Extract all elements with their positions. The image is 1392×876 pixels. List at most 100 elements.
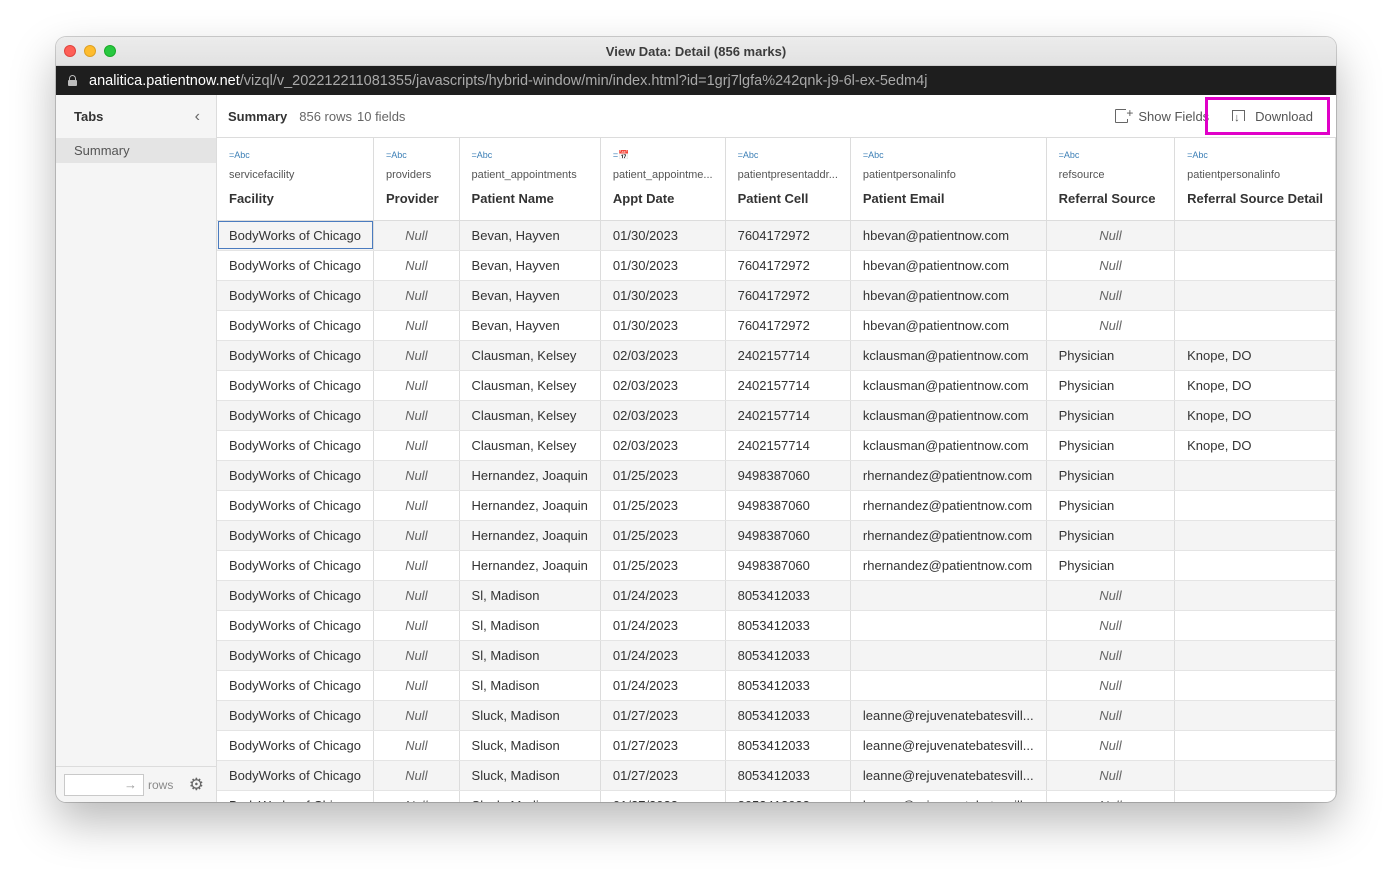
column-header[interactable]: =Abc providers Provider: [373, 138, 460, 221]
table-cell[interactable]: 8053412033: [725, 610, 851, 641]
table-cell[interactable]: Sl, Madison: [459, 670, 601, 701]
column-header[interactable]: =Abc refsource Referral Source: [1046, 138, 1176, 221]
table-cell[interactable]: Physician: [1046, 370, 1176, 401]
table-cell[interactable]: 01/24/2023: [600, 640, 726, 671]
table-cell[interactable]: BodyWorks of Chicago: [217, 790, 374, 802]
table-row[interactable]: BodyWorks of Chicago Null Sl, Madison 01/24…: [217, 640, 1336, 671]
table-cell[interactable]: Physician: [1046, 550, 1176, 581]
table-cell[interactable]: Null: [373, 460, 460, 491]
table-cell[interactable]: kclausman@patientnow.com: [850, 400, 1047, 431]
sidebar-item-summary[interactable]: Summary: [56, 138, 216, 163]
column-header[interactable]: =Abc patientpresentaddr... Patient Cell: [725, 138, 851, 221]
table-row[interactable]: BodyWorks of Chicago Null Sl, Madison 01/24…: [217, 670, 1336, 701]
table-cell[interactable]: Knope, DO: [1174, 340, 1336, 371]
table-cell[interactable]: 7604172972: [725, 220, 851, 251]
table-cell[interactable]: BodyWorks of Chicago: [217, 520, 374, 551]
table-cell[interactable]: 01/24/2023: [600, 670, 726, 701]
table-cell[interactable]: kclausman@patientnow.com: [850, 430, 1047, 461]
table-cell[interactable]: hbevan@patientnow.com: [850, 250, 1047, 281]
table-cell[interactable]: Clausman, Kelsey: [459, 430, 601, 461]
table-cell[interactable]: 01/30/2023: [600, 310, 726, 341]
table-cell[interactable]: 2402157714: [725, 340, 851, 371]
table-cell[interactable]: [1174, 220, 1336, 251]
table-cell[interactable]: hbevan@patientnow.com: [850, 220, 1047, 251]
table-cell[interactable]: 01/25/2023: [600, 550, 726, 581]
table-cell[interactable]: Sluck, Madison: [459, 790, 601, 802]
table-cell[interactable]: BodyWorks of Chicago: [217, 490, 374, 521]
table-row[interactable]: BodyWorks of Chicago Null Hernandez, Joaqu…: [217, 490, 1336, 521]
table-cell[interactable]: [1174, 610, 1336, 641]
table-cell[interactable]: Null: [1046, 310, 1176, 341]
table-cell[interactable]: 8053412033: [725, 790, 851, 802]
table-cell[interactable]: Null: [373, 700, 460, 731]
column-header[interactable]: =📅 patient_appointme... Appt Date: [600, 138, 726, 221]
table-cell[interactable]: Physician: [1046, 340, 1176, 371]
table-cell[interactable]: Physician: [1046, 430, 1176, 461]
column-header[interactable]: =Abc patientpersonalinfo Patient Email: [850, 138, 1047, 221]
table-cell[interactable]: kclausman@patientnow.com: [850, 340, 1047, 371]
table-cell[interactable]: rhernandez@patientnow.com: [850, 550, 1047, 581]
table-row[interactable]: BodyWorks of Chicago Null Clausman, Kelsey…: [217, 400, 1336, 431]
table-cell[interactable]: [1174, 520, 1336, 551]
table-row[interactable]: BodyWorks of ChicagoNullSluck, Madison01…: [217, 730, 1336, 761]
table-cell[interactable]: BodyWorks of Chicago: [217, 460, 374, 491]
table-cell[interactable]: BodyWorks of Chicago: [217, 550, 374, 581]
table-cell[interactable]: 01/30/2023: [600, 220, 726, 251]
table-cell[interactable]: Null: [1046, 580, 1176, 611]
table-row[interactable]: BodyWorks of Chicago Null Bevan, Hayven 01/…: [217, 280, 1336, 311]
table-cell[interactable]: [1174, 700, 1336, 731]
table-cell[interactable]: Knope, DO: [1174, 430, 1336, 461]
table-cell[interactable]: 01/25/2023: [600, 520, 726, 551]
table-cell[interactable]: Physician: [1046, 460, 1176, 491]
table-cell[interactable]: hbevan@patientnow.com: [850, 310, 1047, 341]
table-cell[interactable]: Knope, DO: [1174, 400, 1336, 431]
table-cell[interactable]: 8053412033: [725, 640, 851, 671]
table-cell[interactable]: Null: [1046, 250, 1176, 281]
column-header[interactable]: =Abc patientpersonalinfo Referral Source D…: [1174, 138, 1336, 221]
table-cell[interactable]: 8053412033: [725, 730, 851, 761]
table-cell[interactable]: 01/25/2023: [600, 490, 726, 521]
table-cell[interactable]: 01/27/2023: [600, 790, 726, 802]
table-cell[interactable]: Null: [373, 250, 460, 281]
table-cell[interactable]: kclausman@patientnow.com: [850, 370, 1047, 401]
table-cell[interactable]: [1174, 250, 1336, 281]
table-cell[interactable]: BodyWorks of Chicago: [217, 610, 374, 641]
column-header[interactable]: =Abc patient_appointments Patient Name: [459, 138, 601, 221]
table-cell[interactable]: BodyWorks of Chicago: [217, 580, 374, 611]
table-cell[interactable]: 01/30/2023: [600, 280, 726, 311]
table-cell[interactable]: Null: [373, 580, 460, 611]
table-cell[interactable]: Null: [1046, 700, 1176, 731]
table-cell[interactable]: Null: [373, 370, 460, 401]
table-cell[interactable]: leanne@rejuvenatebatesvill...: [850, 760, 1047, 791]
table-cell[interactable]: leanne@rejuvenatebatesvill...: [850, 700, 1047, 731]
table-row[interactable]: BodyWorks of ChicagoNullSluck, Madison01…: [217, 790, 1336, 802]
table-cell[interactable]: [850, 640, 1047, 671]
table-cell[interactable]: 01/27/2023: [600, 760, 726, 791]
table-cell[interactable]: Null: [373, 610, 460, 641]
download-button[interactable]: Download: [1205, 97, 1330, 135]
table-cell[interactable]: 9498387060: [725, 460, 851, 491]
show-fields-button[interactable]: Show Fields: [1115, 107, 1209, 124]
table-cell[interactable]: Null: [373, 400, 460, 431]
table-row[interactable]: BodyWorks of Chicago Null Bevan, Hayven 01/…: [217, 310, 1336, 341]
gear-icon[interactable]: ⚙: [189, 775, 204, 795]
rows-input[interactable]: →: [64, 773, 144, 796]
url-bar[interactable]: analitica.patientnow.net/vizql/v_2022122…: [56, 66, 1336, 95]
table-cell[interactable]: [1174, 790, 1336, 802]
table-cell[interactable]: BodyWorks of Chicago: [217, 640, 374, 671]
table-cell[interactable]: BodyWorks of Chicago: [217, 400, 374, 431]
table-cell[interactable]: BodyWorks of Chicago: [217, 280, 374, 311]
table-cell[interactable]: BodyWorks of Chicago: [217, 760, 374, 791]
table-cell[interactable]: Bevan, Hayven: [459, 280, 601, 311]
table-cell[interactable]: Sl, Madison: [459, 640, 601, 671]
table-cell[interactable]: 02/03/2023: [600, 400, 726, 431]
table-cell[interactable]: [1174, 670, 1336, 701]
table-cell[interactable]: 01/25/2023: [600, 460, 726, 491]
table-cell[interactable]: Null: [373, 430, 460, 461]
table-cell[interactable]: Hernandez, Joaquin: [459, 460, 601, 491]
table-cell[interactable]: 9498387060: [725, 520, 851, 551]
table-cell[interactable]: rhernandez@patientnow.com: [850, 460, 1047, 491]
table-cell[interactable]: Bevan, Hayven: [459, 310, 601, 341]
table-cell[interactable]: 8053412033: [725, 580, 851, 611]
table-cell[interactable]: [1174, 550, 1336, 581]
